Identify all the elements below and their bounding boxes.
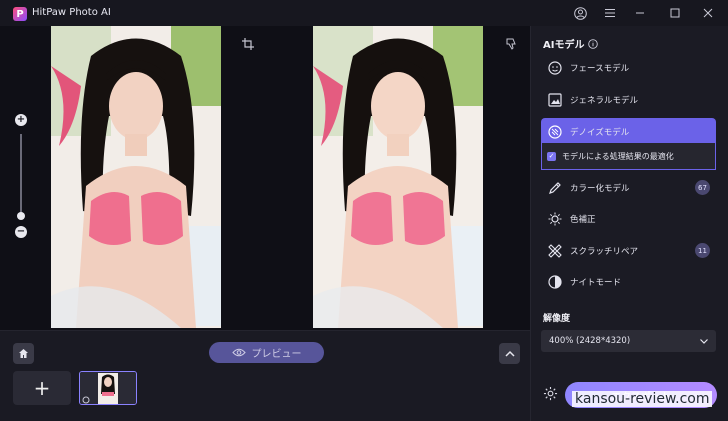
preview-button[interactable]: プレビュー <box>209 342 324 363</box>
scratch-repair-icon <box>547 243 563 259</box>
night-icon <box>547 274 563 290</box>
info-icon[interactable] <box>588 38 599 49</box>
resolution-title: 解像度 <box>543 314 571 324</box>
ai-model-heading: AIモデル <box>543 36 599 51</box>
model-colorize[interactable]: カラー化モデル 67 <box>541 174 716 201</box>
scratch-count-badge: 11 <box>695 243 710 258</box>
model-night[interactable]: ナイトモード <box>541 268 716 295</box>
app-window: P HitPaw Photo AI + − プレビュー + AIモデル フェース… <box>0 0 728 421</box>
thumbs-down-icon[interactable] <box>505 38 517 53</box>
zoom-out-button[interactable]: − <box>15 226 27 238</box>
minimize-icon[interactable] <box>631 4 649 22</box>
model-denoise[interactable]: デノイズモデル <box>541 118 716 145</box>
expand-up-button[interactable] <box>499 343 520 364</box>
image-canvas: + − <box>0 26 530 330</box>
model-face[interactable]: フェースモデル <box>541 54 716 81</box>
app-title: HitPaw Photo AI <box>32 7 111 18</box>
gear-icon <box>543 386 557 400</box>
preview-label: プレビュー <box>251 349 302 360</box>
model-general[interactable]: ジェネラルモデル <box>541 86 716 113</box>
crop-icon[interactable] <box>242 38 254 53</box>
denoise-optimize-option[interactable]: ✓ モデルによる処理結果の最適化 <box>541 143 716 170</box>
watermark: kansou-review.com <box>572 391 713 407</box>
model-scratch-repair[interactable]: スクラッチリペア 11 <box>541 237 716 264</box>
account-icon[interactable] <box>571 4 589 22</box>
model-label: ジェネラルモデル <box>570 95 639 106</box>
ai-model-title: AIモデル <box>543 40 585 51</box>
resolution-select[interactable]: 400% (2428*4320) <box>541 330 716 352</box>
settings-button[interactable] <box>541 384 559 402</box>
home-icon <box>19 349 28 358</box>
eye-icon <box>231 348 246 357</box>
menu-icon[interactable] <box>601 4 619 22</box>
zoom-in-button[interactable]: + <box>15 114 27 126</box>
model-label: デノイズモデル <box>570 127 630 138</box>
model-label: スクラッチリペア <box>570 246 639 257</box>
add-image-button[interactable]: + <box>13 371 71 405</box>
maximize-icon[interactable] <box>666 4 684 22</box>
right-panel: AIモデル フェースモデル ジェネラルモデル デノイズモデル ✓ モデルによる処… <box>530 26 728 421</box>
denoise-option-label: モデルによる処理結果の最適化 <box>562 151 674 161</box>
processed-image <box>313 26 483 328</box>
model-label: 色補正 <box>570 214 596 225</box>
face-icon <box>547 60 563 76</box>
title-bar: P HitPaw Photo AI <box>0 0 728 26</box>
checkbox-checked[interactable]: ✓ <box>547 151 556 161</box>
original-image <box>51 26 221 328</box>
app-logo: P <box>13 7 27 21</box>
zoom-slider[interactable] <box>20 134 22 214</box>
zoom-slider-handle[interactable] <box>17 212 25 220</box>
model-label: ナイトモード <box>570 277 622 288</box>
image-icon <box>547 92 563 108</box>
denoise-icon <box>547 124 563 140</box>
home-button[interactable] <box>13 343 34 364</box>
colorize-icon <box>547 180 563 196</box>
model-label: フェースモデル <box>570 63 630 74</box>
model-label: カラー化モデル <box>570 183 630 194</box>
image-thumbnail[interactable] <box>79 371 137 405</box>
chevron-up-icon <box>504 350 515 357</box>
resolution-value: 400% (2428*4320) <box>549 336 631 346</box>
model-color-correction[interactable]: 色補正 <box>541 205 716 232</box>
chevron-down-icon <box>700 338 708 344</box>
close-icon[interactable] <box>699 4 717 22</box>
colorize-count-badge: 67 <box>695 180 710 195</box>
sun-icon <box>547 211 563 227</box>
